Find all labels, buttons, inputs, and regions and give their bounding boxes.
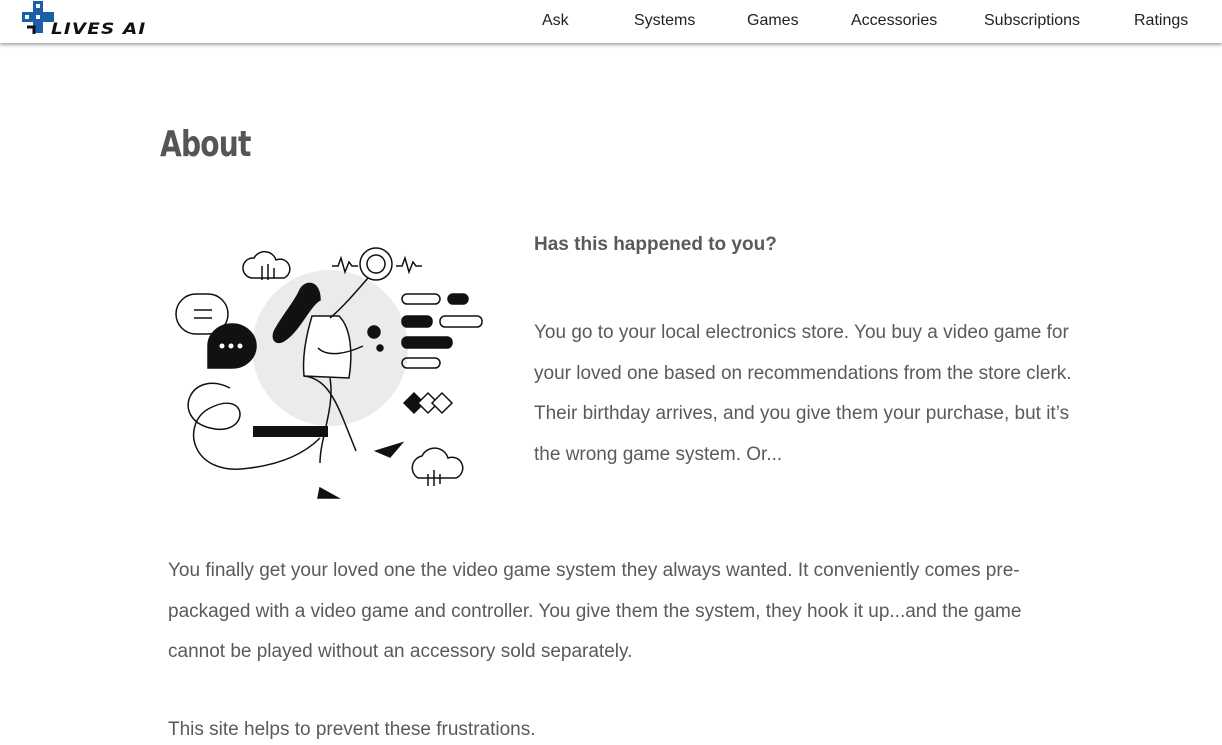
question-heading: Has this happened to you? bbox=[534, 234, 777, 255]
logo-text: LIVES AI bbox=[51, 19, 147, 38]
nav-games[interactable]: Games bbox=[747, 12, 799, 30]
nav-systems[interactable]: Systems bbox=[634, 12, 695, 30]
page-title: About bbox=[160, 124, 251, 165]
intro-paragraph: You go to your local electronics store. … bbox=[534, 322, 1072, 465]
gamer-illustration bbox=[170, 238, 490, 503]
closing-paragraph: This site helps to prevent these frustra… bbox=[168, 719, 536, 740]
nav-ask[interactable]: Ask bbox=[542, 12, 569, 30]
nav-accessories[interactable]: Accessories bbox=[851, 12, 937, 30]
nav-ratings[interactable]: Ratings bbox=[1134, 12, 1188, 30]
second-paragraph: You finally get your loved one the video… bbox=[168, 560, 1022, 662]
top-navigation-bar: LIVES AI Ask Systems Games Accessories S… bbox=[0, 0, 1222, 43]
nav-subscriptions[interactable]: Subscriptions bbox=[984, 12, 1080, 30]
site-logo[interactable]: LIVES AI bbox=[22, 1, 145, 39]
